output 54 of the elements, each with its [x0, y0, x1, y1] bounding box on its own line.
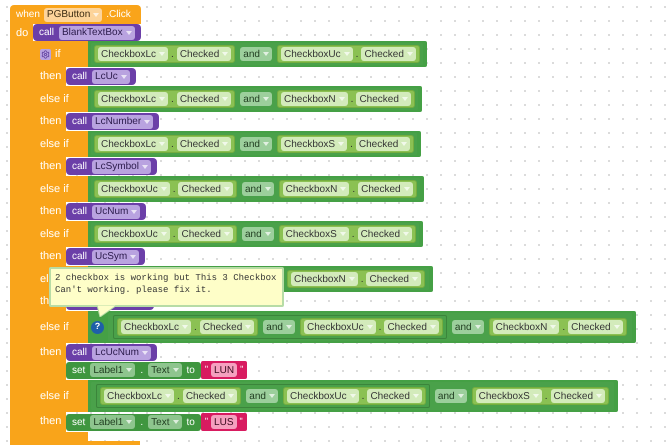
- dot-label: .: [350, 138, 353, 152]
- dot-label: .: [356, 48, 358, 62]
- comment-text: 2 checkbox is working but This 3 Checkbox Can't working. please fix it.: [55, 272, 276, 296]
- dot-label: .: [350, 92, 354, 106]
- set-keyword: set: [72, 364, 86, 378]
- to-keyword: to: [186, 416, 195, 430]
- event-name: .Click: [106, 8, 131, 22]
- branch-label: then: [40, 205, 62, 217]
- call-keyword: call: [72, 346, 88, 360]
- dot-label: .: [177, 390, 180, 404]
- branch-label: if: [55, 46, 60, 62]
- dot-label: .: [140, 416, 144, 430]
- branch-label: else if: [40, 92, 69, 107]
- branch-label: th: [40, 295, 50, 307]
- call-keyword: call: [72, 160, 88, 174]
- branch-label: then: [40, 160, 62, 172]
- branch-label: then: [40, 70, 62, 82]
- dot-label: .: [352, 228, 355, 242]
- call-keyword: call: [72, 205, 88, 219]
- quote-mark: ": [240, 415, 243, 428]
- branch-label: else if: [40, 136, 69, 152]
- quote-mark: ": [204, 363, 208, 376]
- branch-label: else if: [40, 182, 69, 197]
- dot-label: .: [140, 364, 144, 378]
- dot-label: .: [352, 182, 356, 196]
- branch-label: else if: [40, 388, 69, 404]
- do-keyword: do: [16, 27, 28, 39]
- call-keyword: call: [39, 26, 54, 40]
- call-keyword: call: [72, 250, 88, 264]
- set-keyword: set: [72, 416, 86, 430]
- dot-label: .: [171, 48, 174, 62]
- dot-label: .: [362, 390, 364, 404]
- dot-label: .: [562, 320, 566, 334]
- branch-label: el: [40, 272, 49, 287]
- dot-label: .: [172, 182, 176, 196]
- branch-label: else if: [40, 320, 69, 335]
- branch-label: then: [40, 346, 62, 358]
- branch-label: then: [40, 115, 62, 127]
- call-keyword: call: [72, 115, 88, 129]
- branch-label: else if: [40, 226, 69, 242]
- when-keyword: when: [16, 8, 40, 22]
- quote-mark: ": [240, 363, 244, 376]
- quote-mark: ": [204, 415, 208, 428]
- dot-label: .: [172, 228, 176, 242]
- to-keyword: to: [186, 364, 195, 378]
- dot-label: .: [544, 390, 548, 404]
- dot-label: .: [171, 138, 174, 152]
- dot-label: .: [194, 320, 197, 334]
- dot-label: .: [378, 320, 382, 334]
- dot-label: .: [360, 272, 364, 286]
- call-keyword: call: [72, 70, 88, 84]
- branch-label: then: [40, 415, 62, 427]
- dot-label: .: [171, 92, 174, 106]
- branch-label: then: [40, 250, 62, 262]
